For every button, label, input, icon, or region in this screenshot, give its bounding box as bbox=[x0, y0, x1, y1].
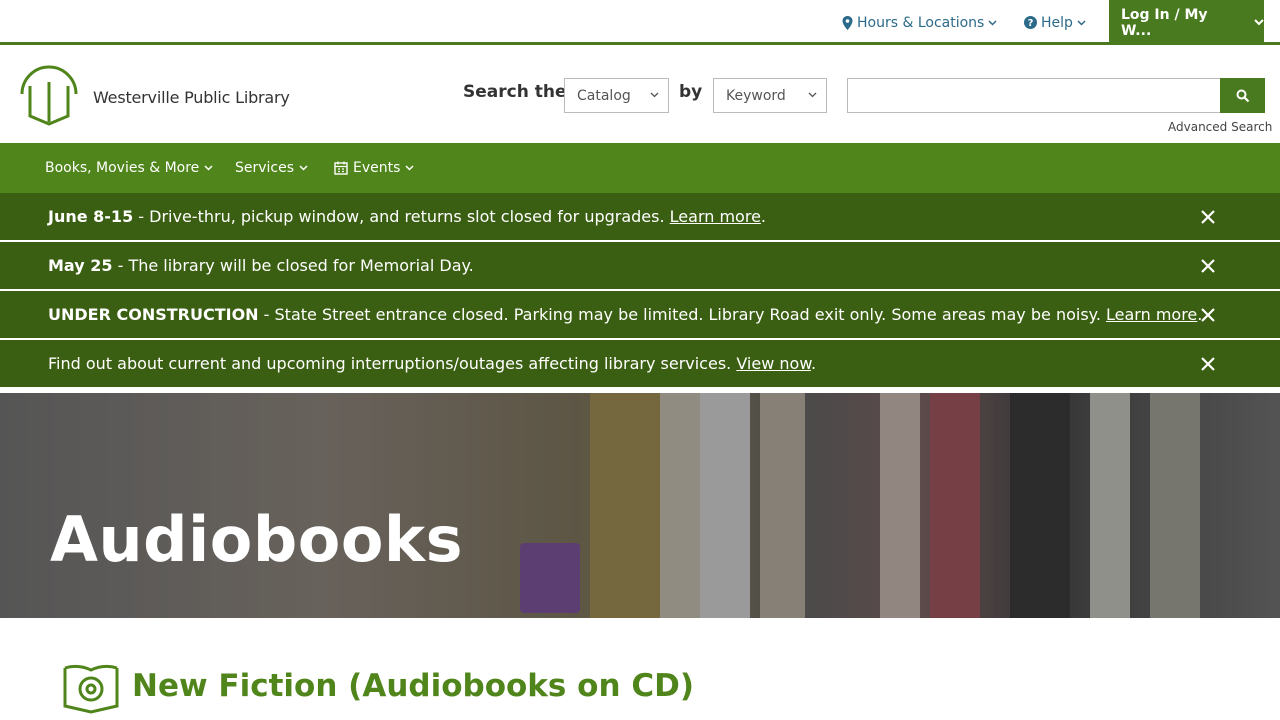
chevron-down-icon bbox=[1077, 19, 1086, 26]
search-by-label: by bbox=[679, 82, 703, 102]
alert-date: June 8-15 bbox=[48, 207, 134, 226]
close-icon[interactable] bbox=[1200, 209, 1216, 225]
nav-books-movies-more[interactable]: Books, Movies & More bbox=[45, 143, 213, 193]
close-icon[interactable] bbox=[1200, 356, 1216, 372]
nav-label: Books, Movies & More bbox=[45, 160, 200, 176]
section-title: New Fiction (Audiobooks on CD) bbox=[132, 668, 694, 704]
search-scope-select[interactable]: Catalog bbox=[564, 78, 669, 113]
hours-locations-link[interactable]: Hours & Locations bbox=[842, 0, 997, 45]
main-nav: Books, Movies & More Services Events bbox=[0, 143, 1280, 193]
nav-services[interactable]: Services bbox=[235, 143, 308, 193]
advanced-search-link[interactable]: Advanced Search bbox=[1168, 120, 1272, 134]
search-field-select[interactable]: Keyword bbox=[713, 78, 827, 113]
alert-link[interactable]: View now bbox=[736, 354, 811, 373]
logo-text[interactable]: Westerville Public Library bbox=[93, 88, 290, 107]
alert-date: UNDER CONSTRUCTION bbox=[48, 305, 259, 324]
chevron-down-icon bbox=[204, 165, 213, 171]
alert-banner: June 8-15 - Drive-thru, pickup window, a… bbox=[0, 193, 1280, 240]
nav-events[interactable]: Events bbox=[334, 143, 414, 193]
help-label: Help bbox=[1041, 14, 1073, 31]
close-icon[interactable] bbox=[1200, 307, 1216, 323]
search-scope-value: Catalog bbox=[577, 87, 631, 104]
search-the-label: Search the bbox=[463, 82, 567, 102]
chevron-down-icon bbox=[1254, 19, 1264, 26]
alert-text: - Drive-thru, pickup window, and returns… bbox=[133, 207, 670, 226]
alert-link[interactable]: Learn more bbox=[1106, 305, 1197, 324]
nav-label: Services bbox=[235, 160, 295, 176]
calendar-icon bbox=[334, 161, 348, 175]
map-marker-icon bbox=[842, 15, 853, 30]
help-link[interactable]: ? Help bbox=[1024, 0, 1086, 45]
alert-banner: May 25 - The library will be closed for … bbox=[0, 242, 1280, 289]
alert-banner: Find out about current and upcoming inte… bbox=[0, 340, 1280, 387]
svg-text:?: ? bbox=[1028, 18, 1034, 29]
alert-tail: . bbox=[760, 207, 766, 226]
search-field-value: Keyword bbox=[726, 87, 786, 104]
page-title: Audiobooks bbox=[50, 503, 464, 576]
alert-text: - State Street entrance closed. Parking … bbox=[258, 305, 1107, 324]
alert-date: May 25 bbox=[48, 256, 113, 275]
question-circle-icon: ? bbox=[1024, 16, 1037, 29]
chevron-down-icon bbox=[650, 92, 659, 98]
hero-banner: Audiobooks bbox=[0, 393, 1280, 618]
chevron-down-icon bbox=[988, 19, 997, 26]
alert-text: Find out about current and upcoming inte… bbox=[48, 354, 737, 373]
search-button[interactable] bbox=[1220, 78, 1265, 113]
utility-bar: Hours & Locations ? Help Log In / My W..… bbox=[0, 0, 1280, 45]
alert-banner: UNDER CONSTRUCTION - State Street entran… bbox=[0, 291, 1280, 338]
login-button[interactable]: Log In / My W... bbox=[1109, 0, 1264, 45]
site-header: Westerville Public Library Search the Ca… bbox=[0, 48, 1280, 143]
chevron-down-icon bbox=[808, 92, 817, 98]
login-label: Log In / My W... bbox=[1121, 6, 1208, 39]
chevron-down-icon bbox=[405, 165, 414, 171]
nav-label: Events bbox=[353, 160, 401, 176]
alert-link[interactable]: Learn more bbox=[670, 207, 761, 226]
hours-locations-label: Hours & Locations bbox=[857, 14, 985, 31]
search-icon bbox=[1236, 89, 1249, 102]
search-input[interactable] bbox=[847, 78, 1221, 113]
chevron-down-icon bbox=[299, 165, 308, 171]
alert-tail: . bbox=[810, 354, 817, 373]
close-icon[interactable] bbox=[1200, 258, 1216, 274]
open-book-disc-icon bbox=[63, 664, 119, 714]
alert-text: - The library will be closed for Memoria… bbox=[112, 256, 474, 275]
library-logo-icon[interactable] bbox=[18, 64, 80, 126]
